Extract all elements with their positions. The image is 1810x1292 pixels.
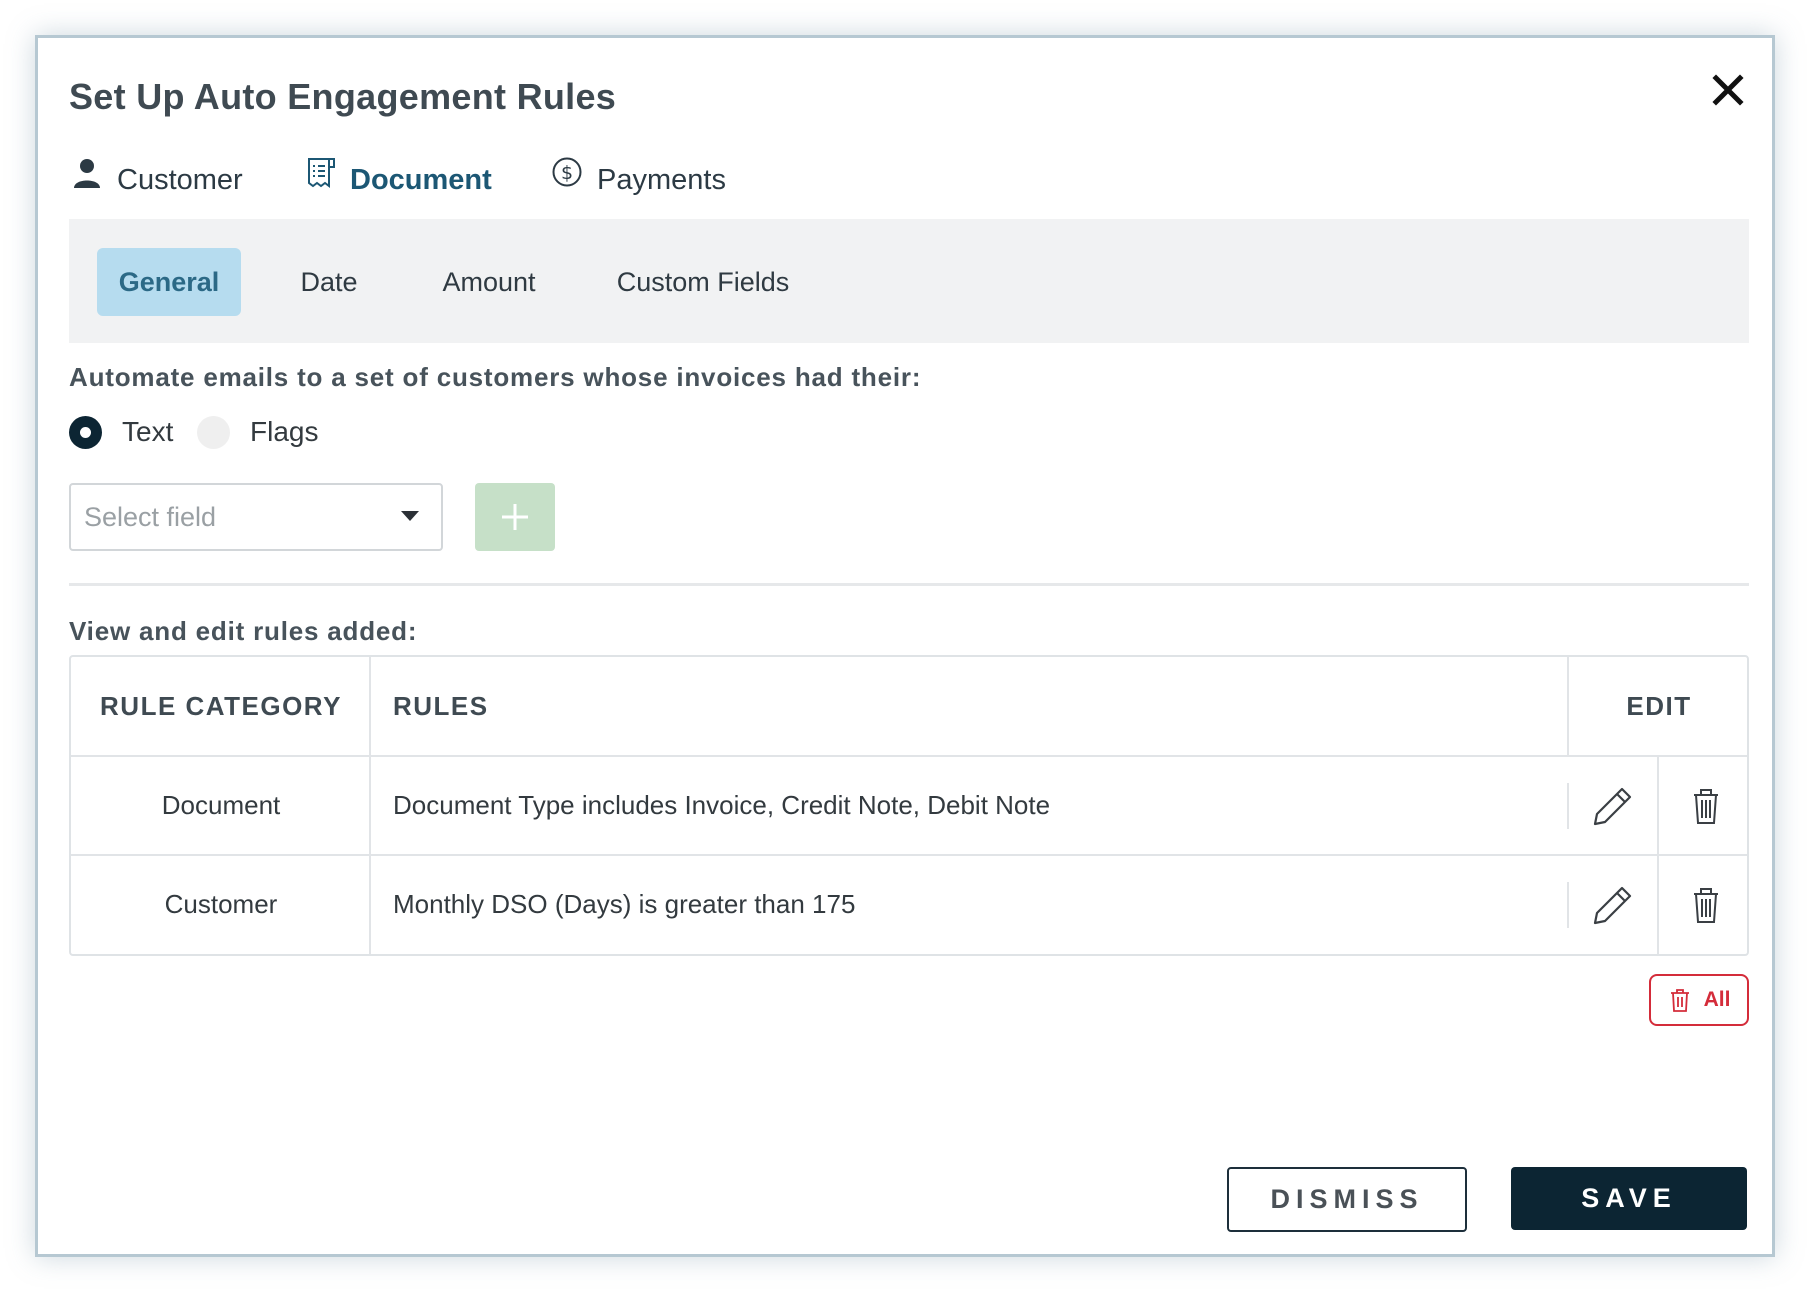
- rules-section-label: View and edit rules added:: [69, 616, 418, 646]
- tab-payments[interactable]: $ Payments: [551, 156, 731, 226]
- tab-customer[interactable]: Customer: [71, 156, 247, 226]
- tab-document[interactable]: Document: [304, 156, 494, 228]
- header-rule-category: RULE CATEGORY: [100, 690, 342, 721]
- svg-text:$: $: [561, 162, 573, 184]
- header-edit: EDIT: [1626, 690, 1692, 721]
- close-icon: [1712, 74, 1744, 106]
- header-rules: RULES: [393, 690, 489, 721]
- tab-document-label: Document: [350, 164, 492, 196]
- trash-icon: [1694, 789, 1718, 824]
- radio-text[interactable]: Text: [69, 412, 173, 452]
- tab-payments-label: Payments: [597, 164, 726, 196]
- pencil-icon: [1593, 886, 1632, 925]
- radio-text-indicator[interactable]: [69, 415, 102, 449]
- subtab-date[interactable]: Date: [293, 248, 365, 316]
- column-divider: [1567, 783, 1569, 829]
- trash-icon: [1694, 888, 1718, 923]
- tab-customer-label: Customer: [117, 164, 243, 196]
- delete-all-button[interactable]: All: [1649, 974, 1749, 1026]
- subtab-bar: General Date Amount Custom Fields: [69, 219, 1749, 343]
- row-2-delete-button[interactable]: [1681, 880, 1731, 930]
- close-button[interactable]: [1706, 68, 1750, 112]
- row-1-delete-button[interactable]: [1681, 781, 1731, 831]
- plus-icon: [502, 504, 528, 530]
- row-1-edit-button[interactable]: [1588, 781, 1638, 831]
- add-rule-button[interactable]: [475, 483, 555, 551]
- auto-engagement-modal: Set Up Auto Engagement Rules Customer Do…: [35, 35, 1775, 1257]
- subtab-general[interactable]: General: [97, 248, 241, 316]
- chevron-down-icon: [401, 511, 419, 521]
- dollar-circle-icon: $: [552, 157, 582, 187]
- column-divider: [1567, 657, 1569, 755]
- column-divider: [1567, 882, 1569, 928]
- divider: [69, 583, 1749, 586]
- trash-icon: [1670, 989, 1689, 1012]
- save-button[interactable]: SAVE: [1511, 1167, 1747, 1230]
- subtab-custom-fields[interactable]: Custom Fields: [613, 248, 793, 316]
- person-icon: [74, 159, 100, 188]
- radio-flags-label: Flags: [250, 416, 319, 447]
- row-1-category: Document: [161, 790, 281, 820]
- dismiss-button[interactable]: DISMISS: [1227, 1167, 1467, 1232]
- select-field-placeholder: Select field: [84, 502, 217, 532]
- modal-title: Set Up Auto Engagement Rules: [69, 76, 617, 117]
- automate-label: Automate emails to a set of customers wh…: [69, 362, 922, 392]
- radio-text-label: Text: [122, 416, 174, 447]
- row-2-rule: Monthly DSO (Days) is greater than 175: [393, 889, 856, 919]
- select-field-dropdown[interactable]: Select field: [69, 483, 443, 551]
- row-2-category: Customer: [164, 889, 278, 919]
- row-1-rule: Document Type includes Invoice, Credit N…: [393, 790, 1051, 820]
- pencil-icon: [1593, 787, 1632, 826]
- rules-table: RULE CATEGORY RULES EDIT Document Docume…: [69, 655, 1749, 956]
- radio-flags[interactable]: Flags: [197, 412, 318, 452]
- subtab-amount[interactable]: Amount: [433, 248, 545, 316]
- document-icon: [308, 158, 335, 188]
- delete-all-label: All: [1703, 988, 1731, 1011]
- radio-flags-indicator[interactable]: [197, 415, 230, 449]
- row-2-edit-button[interactable]: [1588, 880, 1638, 930]
